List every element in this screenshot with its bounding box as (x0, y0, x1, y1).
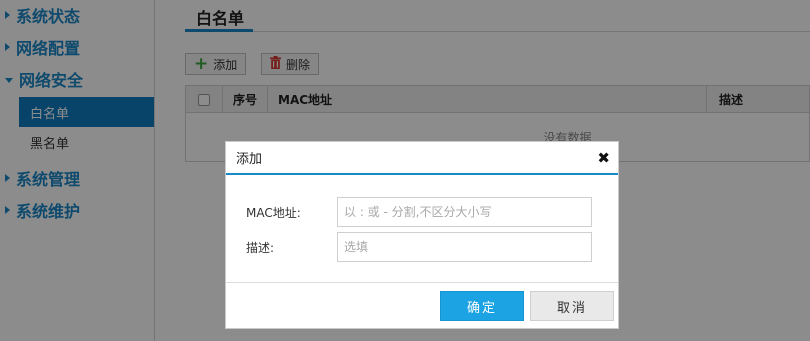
close-icon[interactable]: ✖ (597, 149, 610, 167)
mac-field-label: MAC地址: (246, 206, 301, 220)
cancel-button[interactable]: 取消 (530, 291, 614, 321)
dialog-footer: 确定 取消 (226, 282, 618, 328)
dialog-title: 添加 (236, 152, 263, 167)
description-field-label: 描述: (246, 241, 275, 255)
add-dialog: 添加 ✖ MAC地址: 描述: 确定 取消 (225, 141, 619, 329)
description-input[interactable] (337, 232, 592, 262)
confirm-button[interactable]: 确定 (440, 291, 524, 321)
mac-address-input[interactable] (337, 197, 592, 227)
dialog-header: 添加 ✖ (226, 142, 618, 175)
